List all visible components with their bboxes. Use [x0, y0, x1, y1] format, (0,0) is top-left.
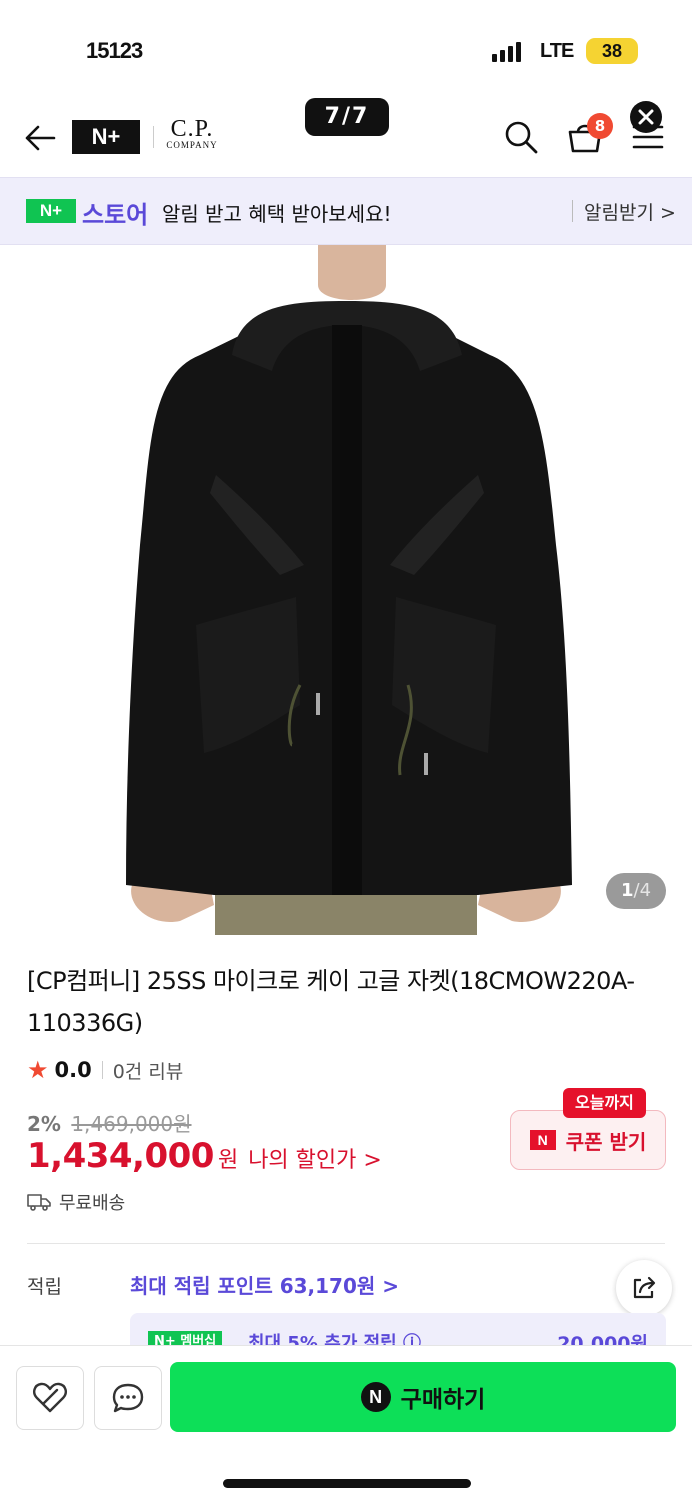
product-title: [CP컴퍼니] 25SS 마이크로 케이 고글 자켓(18CMOW220A-11…: [27, 967, 635, 1037]
max-points-link[interactable]: 최대 적립 포인트 63,170원 >: [130, 1270, 399, 1299]
section-divider: [27, 1243, 665, 1244]
store-divider: [572, 200, 573, 222]
share-button[interactable]: [616, 1260, 672, 1316]
my-discount-price-link[interactable]: 나의 할인가 >: [248, 1142, 382, 1174]
coupon-icon: N: [529, 1130, 556, 1150]
naver-plus-logo[interactable]: N+: [72, 120, 140, 154]
store-notification-banner[interactable]: N+ 스토어 알림 받고 혜택 받아보세요! 알림받기 >: [0, 177, 692, 245]
buy-button[interactable]: N 구매하기: [170, 1362, 676, 1432]
coupon-label: 쿠폰 받기: [565, 1129, 647, 1154]
close-icon: [638, 109, 654, 125]
status-bar: 15123 LTE 38: [0, 0, 692, 96]
share-icon: [633, 1276, 656, 1299]
heart-icon: [33, 1382, 67, 1413]
cp-company-logo[interactable]: C.P. COMPANY: [162, 116, 222, 150]
coupon-deadline-tag: 오늘까지: [563, 1088, 646, 1118]
points-label: 적립: [27, 1276, 62, 1298]
store-label: 스토어: [82, 201, 149, 229]
page-indicator: 7/7: [305, 98, 389, 136]
cp-logo-sub: COMPANY: [166, 140, 218, 150]
shipping-row: 무료배송: [27, 1189, 125, 1215]
review-count[interactable]: 0건 리뷰: [113, 1057, 184, 1084]
signal-icon: [492, 40, 521, 62]
price-row: 1,434,000 원 나의 할인가 >: [27, 1136, 382, 1176]
home-indicator: [223, 1479, 471, 1488]
original-price: 1,469,000원: [71, 1112, 192, 1136]
battery-icon: 38: [586, 38, 638, 64]
store-message: 알림 받고 혜택 받아보세요!: [162, 202, 392, 226]
status-time: 15123: [86, 38, 143, 63]
buy-label: 구매하기: [400, 1387, 486, 1413]
currency-label: 원: [217, 1148, 239, 1173]
shipping-label: 무료배송: [59, 1193, 126, 1214]
network-label: LTE: [540, 40, 574, 62]
notification-button[interactable]: 알림받기 >: [584, 198, 676, 225]
discount-rate: 2%: [27, 1112, 61, 1136]
chat-icon: [112, 1383, 144, 1413]
discount-row: 2% 1,469,000원: [27, 1108, 192, 1137]
menu-icon[interactable]: [632, 124, 664, 150]
bottom-action-bar: N 구매하기: [0, 1345, 692, 1500]
search-icon[interactable]: [504, 120, 538, 154]
star-icon: ★: [27, 1056, 49, 1084]
naver-pay-icon: N: [360, 1382, 391, 1412]
back-arrow-icon[interactable]: [24, 124, 56, 152]
coupon-button[interactable]: N 쿠폰 받기: [510, 1110, 666, 1170]
rating-divider: [101, 1061, 103, 1079]
cart-count-badge: 8: [587, 113, 613, 139]
rating-value: 0.0: [54, 1058, 92, 1082]
chat-button[interactable]: [94, 1366, 162, 1430]
store-badge: N+: [26, 199, 76, 223]
rating-row[interactable]: ★ 0.0 0건 리뷰: [27, 1056, 183, 1084]
image-total: 4: [639, 880, 652, 901]
image-current: 1: [620, 880, 634, 901]
logo-divider: [153, 126, 154, 148]
image-counter: 1/4: [606, 873, 666, 909]
cp-logo-main: C.P.: [170, 116, 214, 142]
product-image[interactable]: [0, 245, 692, 935]
truck-icon: [27, 1194, 51, 1211]
like-button[interactable]: [16, 1366, 84, 1430]
sale-price: 1,434,000: [27, 1136, 214, 1176]
jacket-photo: [0, 245, 692, 935]
